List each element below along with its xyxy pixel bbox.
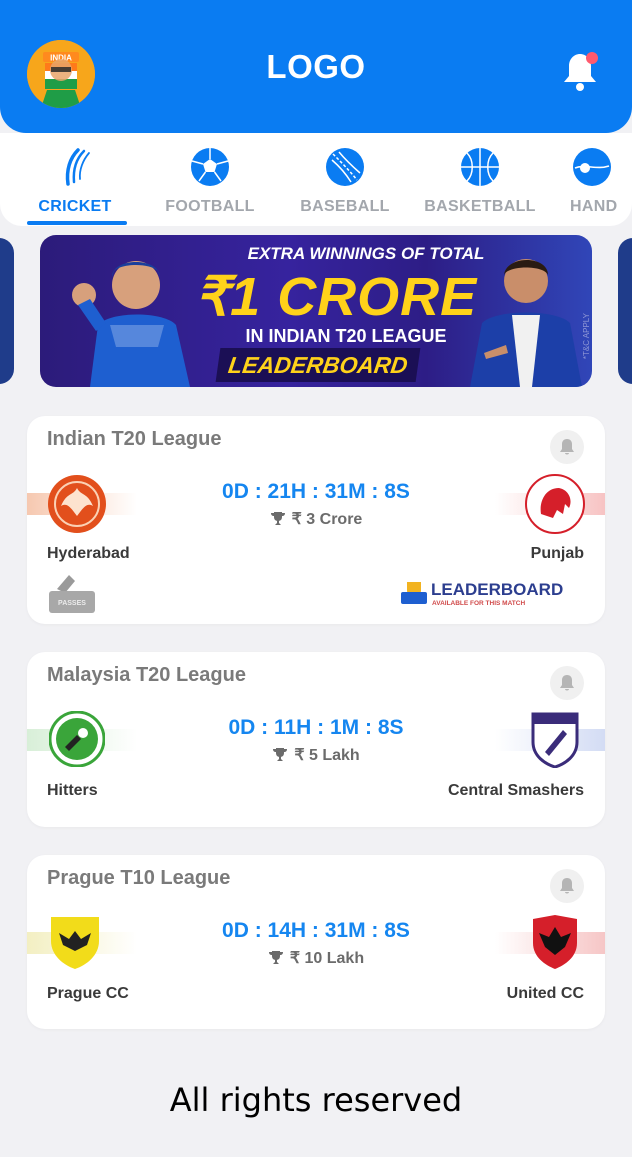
footer-text: All rights reserved bbox=[169, 1081, 463, 1119]
league-name: Prague T10 League bbox=[47, 867, 231, 889]
prize-pool: ₹ 3 Crore bbox=[27, 509, 605, 529]
match-countdown: 0D : 14H : 31M : 8S bbox=[222, 919, 410, 942]
league-name: Indian T20 League bbox=[47, 428, 222, 450]
cricket-icon bbox=[65, 148, 90, 186]
banner-line-1: EXTRA WINNINGS OF TOTAL bbox=[247, 244, 485, 263]
leaderboard-subtitle: AVAILABLE FOR THIS MATCH bbox=[432, 600, 525, 607]
banner-next-peek[interactable] bbox=[618, 238, 632, 384]
banner-line-3: IN INDIAN T20 LEAGUE bbox=[245, 326, 447, 346]
tab-label: HAND bbox=[570, 198, 618, 215]
app-header: INDIA LOGO bbox=[0, 0, 632, 133]
notification-bell-icon[interactable] bbox=[557, 48, 603, 94]
league-name: Malaysia T20 League bbox=[47, 664, 246, 686]
passes-label: PASSES bbox=[58, 600, 86, 607]
football-icon bbox=[191, 148, 229, 186]
match-card[interactable]: Malaysia T20 League 0D : 11H : 1M : 8S ₹… bbox=[27, 652, 605, 827]
team2-name: Punjab bbox=[530, 545, 584, 562]
tab-label: CRICKET bbox=[38, 198, 112, 215]
tab-cricket[interactable]: CRICKET bbox=[15, 133, 135, 226]
banner-line-4: LEADERBOARD bbox=[215, 348, 421, 382]
app-logo: LOGO bbox=[266, 48, 366, 85]
tab-baseball[interactable]: BASEBALL bbox=[285, 133, 405, 226]
banner-disclaimer: *T&C APPLY bbox=[582, 313, 591, 360]
prize-amount: ₹ 10 Lakh bbox=[289, 950, 365, 967]
leaderboard-badge[interactable]: LEADERBOARD AVAILABLE FOR THIS MATCH bbox=[399, 576, 567, 610]
promo-banner[interactable]: EXTRA WINNINGS OF TOTAL ₹1 CRORE IN INDI… bbox=[40, 235, 592, 387]
tab-football[interactable]: FOOTBALL bbox=[150, 133, 270, 226]
baseball-icon bbox=[326, 148, 364, 186]
handball-icon bbox=[573, 148, 611, 186]
team1-name: Hitters bbox=[47, 782, 98, 799]
match-notify-bell-icon[interactable] bbox=[550, 666, 584, 700]
footer: All rights reserved bbox=[0, 1043, 632, 1157]
prize-pool: ₹ 5 Lakh bbox=[27, 745, 605, 765]
team2-name: United CC bbox=[506, 985, 584, 1002]
match-countdown: 0D : 11H : 1M : 8S bbox=[228, 716, 404, 739]
tab-basketball[interactable]: BASKETBALL bbox=[420, 133, 540, 226]
tab-label: FOOTBALL bbox=[165, 198, 255, 215]
basketball-icon bbox=[461, 148, 499, 186]
prize-amount: ₹ 3 Crore bbox=[291, 511, 363, 528]
trophy-icon bbox=[268, 951, 283, 964]
active-tab-indicator bbox=[27, 221, 127, 225]
tab-label: BASKETBALL bbox=[424, 198, 536, 215]
match-countdown: 0D : 21H : 31M : 8S bbox=[222, 480, 410, 503]
match-notify-bell-icon[interactable] bbox=[550, 430, 584, 464]
banner-line-2: ₹1 CRORE bbox=[194, 267, 478, 327]
team2-name: Central Smashers bbox=[447, 782, 584, 799]
trophy-icon bbox=[273, 748, 288, 761]
prize-pool: ₹ 10 Lakh bbox=[27, 948, 605, 968]
team1-name: Hyderabad bbox=[47, 545, 130, 562]
leaderboard-title: LEADERBOARD bbox=[431, 580, 563, 599]
match-notify-bell-icon[interactable] bbox=[550, 869, 584, 903]
tab-label: BASEBALL bbox=[300, 198, 390, 215]
prize-amount: ₹ 5 Lakh bbox=[294, 747, 360, 764]
sport-tabs: CRICKET FOOTBALL BASEBALL BASKETBALL HAN… bbox=[0, 133, 632, 226]
match-card[interactable]: Indian T20 League 0D : 21H : 31M : 8S ₹ … bbox=[27, 416, 605, 624]
tab-handball[interactable]: HAND bbox=[548, 133, 632, 226]
banner-prev-peek[interactable] bbox=[0, 238, 14, 384]
team1-name: Prague CC bbox=[47, 985, 129, 1002]
trophy-icon bbox=[270, 512, 285, 525]
passes-ticket-icon: PASSES bbox=[49, 575, 95, 613]
match-card[interactable]: Prague T10 League 0D : 14H : 31M : 8S ₹ … bbox=[27, 855, 605, 1029]
